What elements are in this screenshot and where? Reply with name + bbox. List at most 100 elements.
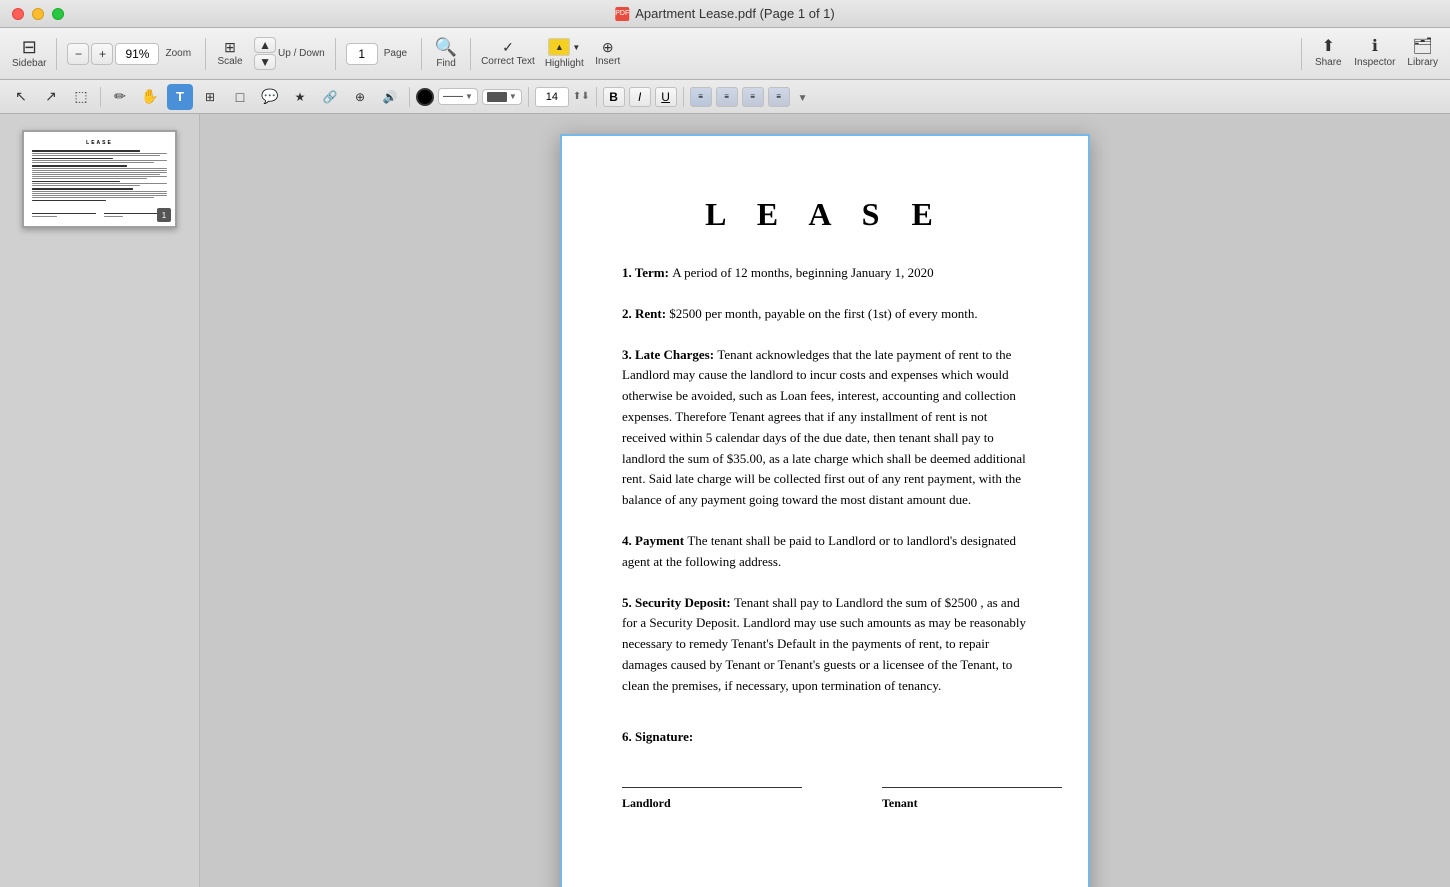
down-button[interactable]: ▼ <box>254 54 276 70</box>
color-tools <box>416 88 434 106</box>
lasso-tool-button[interactable]: ⬚ <box>68 84 94 110</box>
section-5-title: 5. Security Deposit: <box>622 595 734 610</box>
speaker-tool-button[interactable]: 🔊 <box>377 84 403 110</box>
page-input[interactable]: 1 <box>346 43 378 65</box>
font-size-stepper[interactable]: ⬆⬇ <box>573 91 590 102</box>
bold-button[interactable]: B <box>603 87 625 107</box>
sidebar: LEASE <box>0 114 200 887</box>
separator-5 <box>470 38 471 70</box>
shape-tool-button[interactable]: □ <box>227 84 253 110</box>
zoom-out-button[interactable]: − <box>67 43 89 65</box>
landlord-label: Landlord <box>622 794 802 813</box>
line-style-icon: —— <box>443 91 463 102</box>
page-thumbnail[interactable]: LEASE <box>22 130 177 228</box>
thumb-section-4 <box>32 181 167 187</box>
tenant-line <box>882 787 1062 788</box>
align-center-button[interactable]: ≡ <box>716 87 738 107</box>
border-style-picker[interactable]: ▼ <box>482 89 522 105</box>
section-4-title: 4. Payment <box>622 533 687 548</box>
underline-button[interactable]: U <box>655 87 677 107</box>
ann-sep-4 <box>596 87 597 107</box>
collapse-icon: ▼ <box>798 93 808 104</box>
thumb-section-6 <box>32 200 167 202</box>
speech-tool-button[interactable]: 💬 <box>257 84 283 110</box>
inspector-button[interactable]: ℹ Inspector <box>1350 32 1399 76</box>
ann-sep-5 <box>683 87 684 107</box>
sidebar-button[interactable]: ⊟ Sidebar <box>8 32 50 76</box>
ann-sep-2 <box>409 87 410 107</box>
pdf-section-2: 2. Rent: $2500 per month, payable on the… <box>622 304 1028 325</box>
library-icon: 🗂 <box>1413 39 1433 55</box>
pdf-title: L E A S E <box>622 196 1028 233</box>
correct-text-button[interactable]: ✓ Correct Text <box>477 32 539 76</box>
thumb-title: LEASE <box>32 140 167 146</box>
italic-button[interactable]: I <box>629 87 651 107</box>
pdf-section-5: 5. Security Deposit: Tenant shall pay to… <box>622 593 1028 697</box>
scale-icon: ⊞ <box>224 40 236 54</box>
separator-1 <box>56 38 57 70</box>
align-left-button[interactable]: ≡ <box>690 87 712 107</box>
pdf-section-3: 3. Late Charges: Tenant acknowledges tha… <box>622 345 1028 511</box>
highlight-button[interactable]: ▲ ▼ Highlight <box>541 32 588 76</box>
toolbar-right: ⬆ Share ℹ Inspector 🗂 Library <box>1297 32 1442 76</box>
share-button[interactable]: ⬆ Share <box>1310 32 1346 76</box>
hand-tool-button[interactable]: ✋ <box>137 84 163 110</box>
zoom-group: − + 91% Zoom <box>63 36 199 72</box>
pdf-page: L E A S E 1. Term: A period of 12 months… <box>560 134 1090 887</box>
fill-color-picker[interactable] <box>416 88 434 106</box>
main-toolbar: ⊟ Sidebar − + 91% Zoom ⊞ Scale ▲ ▼ Up / … <box>0 28 1450 80</box>
section-3-body: Tenant acknowledges that the late paymen… <box>622 347 1026 508</box>
up-button[interactable]: ▲ <box>254 37 276 53</box>
text-tool-button[interactable]: T <box>167 84 193 110</box>
zoom-in-button[interactable]: + <box>91 43 113 65</box>
font-toolbar: 14 ⬆⬇ B I U ≡ ≡ ≡ ≡ <box>535 87 790 107</box>
correct-icon: ✓ <box>502 40 514 54</box>
zoom-value[interactable]: 91% <box>115 43 159 65</box>
align-right-button[interactable]: ≡ <box>742 87 764 107</box>
section-3-title: 3. Late Charges: <box>622 347 717 362</box>
library-button[interactable]: 🗂 Library <box>1403 32 1442 76</box>
main-content: LEASE <box>0 114 1450 887</box>
arrow-tool-button[interactable]: ↖ <box>8 84 34 110</box>
zoom-label: Zoom <box>161 36 195 72</box>
callout-tool-button[interactable]: ⊞ <box>197 84 223 110</box>
find-button[interactable]: 🔍 Find <box>428 32 464 76</box>
line-style-picker[interactable]: —— ▼ <box>438 88 478 105</box>
pencil-tool-button[interactable]: ✏ <box>107 84 133 110</box>
highlight-icon: ▲ <box>548 38 570 56</box>
traffic-lights[interactable] <box>12 8 64 20</box>
separator-2 <box>205 38 206 70</box>
tenant-label: Tenant <box>882 794 1062 813</box>
minimize-button[interactable] <box>32 8 44 20</box>
line-chevron: ▼ <box>465 92 473 101</box>
separator-4 <box>421 38 422 70</box>
thumb-section-5 <box>32 188 167 198</box>
stamp-tool-button[interactable]: ⊕ <box>347 84 373 110</box>
scale-group: ⊞ Scale <box>212 32 248 76</box>
signature-lines: Landlord Tenant <box>622 787 1028 813</box>
share-icon: ⬆ <box>1322 39 1335 55</box>
insert-button[interactable]: ⊕ Insert <box>590 32 626 76</box>
inspector-icon: ℹ <box>1372 39 1378 55</box>
font-size-field[interactable]: 14 <box>535 87 569 107</box>
highlight-chevron: ▼ <box>572 43 580 52</box>
insert-icon: ⊕ <box>602 40 614 54</box>
link-tool-button[interactable]: 🔗 <box>317 84 343 110</box>
star-tool-button[interactable]: ★ <box>287 84 313 110</box>
landlord-sig: Landlord <box>622 787 802 813</box>
page-num-badge: 1 <box>157 208 171 222</box>
close-button[interactable] <box>12 8 24 20</box>
justify-button[interactable]: ≡ <box>768 87 790 107</box>
pdf-section-6: 6. Signature: Landlord Tenant <box>622 727 1028 814</box>
maximize-button[interactable] <box>52 8 64 20</box>
tenant-sig: Tenant <box>882 787 1062 813</box>
pdf-icon: PDF <box>615 7 629 21</box>
pdf-section-1: 1. Term: A period of 12 months, beginnin… <box>622 263 1028 284</box>
border-style-icon <box>487 92 507 102</box>
chevron-collapse[interactable]: ▼ <box>798 88 808 106</box>
page-label: Page <box>380 36 411 72</box>
window-title: PDF Apartment Lease.pdf (Page 1 of 1) <box>615 6 834 21</box>
pdf-area[interactable]: L E A S E 1. Term: A period of 12 months… <box>200 114 1450 887</box>
select-tool-button[interactable]: ↗ <box>38 84 64 110</box>
thumb-section-2 <box>32 158 167 164</box>
